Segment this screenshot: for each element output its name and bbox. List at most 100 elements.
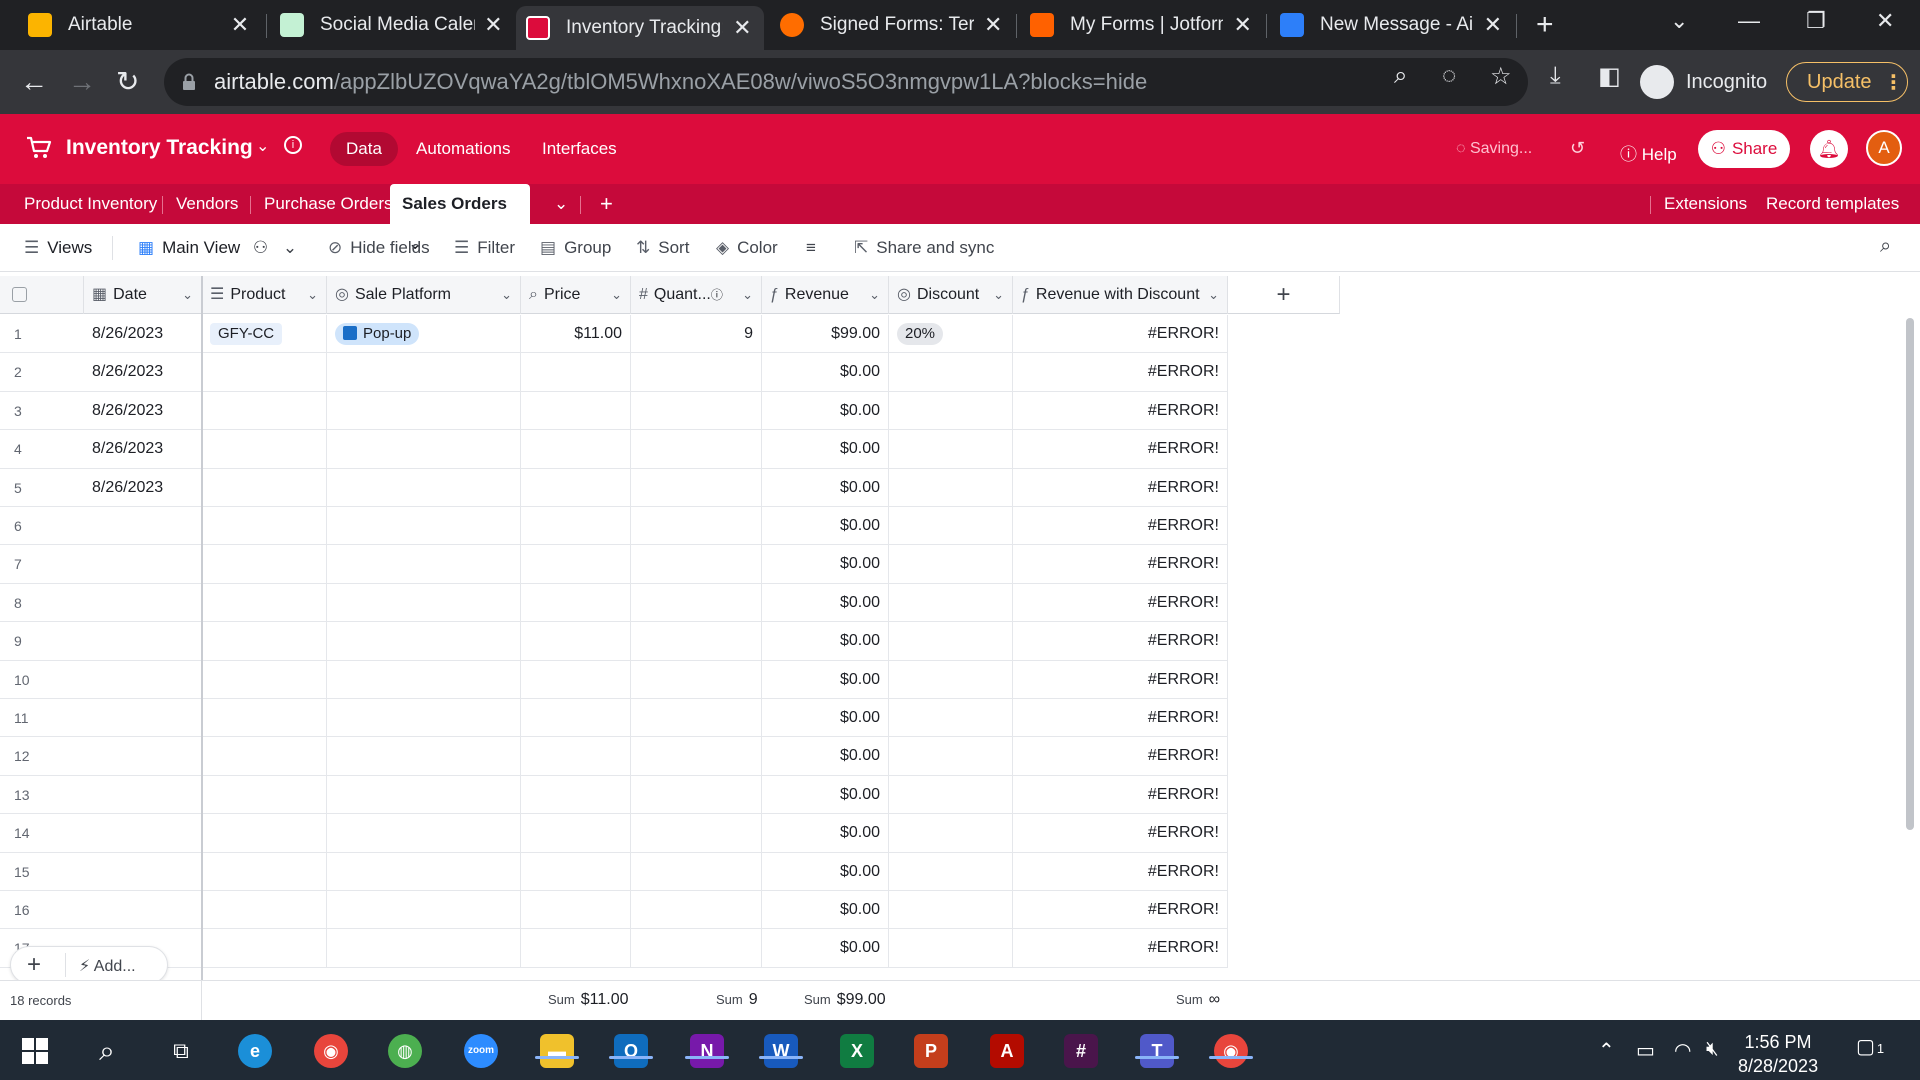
- cell-revenue-with-discount[interactable]: #ERROR!: [1013, 583, 1228, 622]
- cell-quantity[interactable]: [631, 891, 762, 929]
- onenote-icon[interactable]: N: [690, 1034, 724, 1068]
- vertical-scrollbar[interactable]: [1906, 318, 1914, 830]
- cell-quantity[interactable]: [631, 660, 762, 699]
- cell-sale-platform[interactable]: [327, 929, 521, 968]
- cell-price[interactable]: [521, 391, 631, 430]
- cell-revenue[interactable]: $0.00: [762, 660, 889, 699]
- nav-interfaces[interactable]: Interfaces: [526, 132, 633, 166]
- table-row[interactable]: 17$0.00#ERROR!: [0, 929, 1228, 968]
- cell-product[interactable]: [202, 353, 327, 392]
- column-header-price[interactable]: ⌕ Price ⌄: [521, 276, 631, 314]
- cell-discount[interactable]: [889, 583, 1013, 622]
- views-button[interactable]: ☰ Views: [24, 238, 92, 258]
- cell-sale-platform[interactable]: [327, 891, 521, 929]
- column-header-discount[interactable]: ◎ Discount ⌄: [889, 276, 1013, 314]
- table-row[interactable]: 12 $0.00 #ERROR!: [0, 737, 1228, 776]
- cell-discount[interactable]: [889, 929, 1013, 968]
- history-icon[interactable]: ↺: [1570, 138, 1585, 159]
- column-header-date[interactable]: ▦ Date ⌄: [84, 276, 202, 314]
- quantity-sum[interactable]: Sum 9: [716, 991, 758, 1009]
- cell-price[interactable]: [521, 737, 631, 776]
- table-row[interactable]: 13 $0.00 #ERROR!: [0, 775, 1228, 815]
- cell-revenue-with-discount[interactable]: #ERROR!: [1013, 391, 1228, 430]
- avatar[interactable]: A: [1866, 130, 1902, 166]
- system-clock[interactable]: 1:56 PM 8/28/2023: [1738, 1030, 1818, 1078]
- close-icon[interactable]: ✕: [483, 12, 504, 38]
- close-icon[interactable]: ✕: [1482, 12, 1504, 38]
- column-header-product[interactable]: ☰ Product ⌄: [202, 276, 327, 314]
- cell-revenue[interactable]: $0.00: [762, 622, 889, 661]
- cell-quantity[interactable]: [631, 468, 762, 507]
- table-row[interactable]: 16 $0.00 #ERROR!: [0, 891, 1228, 930]
- cell-discount[interactable]: [889, 775, 1013, 814]
- sort-button[interactable]: ⇅ Sort: [636, 238, 689, 258]
- cell-date[interactable]: 8/26/2023: [84, 353, 202, 392]
- cell-sale-platform[interactable]: [327, 660, 521, 699]
- cell-product[interactable]: [202, 430, 327, 469]
- cell-product[interactable]: GFY-CC: [202, 315, 327, 353]
- extensions-button[interactable]: Extensions: [1652, 184, 1759, 224]
- all-tables-chevron-icon[interactable]: ⌄: [542, 184, 580, 224]
- update-button[interactable]: Update ⋮: [1786, 62, 1908, 102]
- cell-product[interactable]: [202, 929, 327, 968]
- back-icon[interactable]: ←: [20, 66, 48, 98]
- tab-product-inventory[interactable]: Product Inventory: [12, 184, 169, 224]
- cell-revenue[interactable]: $0.00: [762, 737, 889, 776]
- cell-price[interactable]: [521, 353, 631, 392]
- cell-sale-platform[interactable]: [327, 622, 521, 661]
- reload-icon[interactable]: ↻: [116, 66, 139, 98]
- incognito-indicator[interactable]: Incognito: [1640, 58, 1767, 106]
- cell-price[interactable]: [521, 622, 631, 661]
- cell-price[interactable]: [521, 891, 631, 929]
- cell-date[interactable]: [84, 583, 202, 622]
- base-name[interactable]: Inventory Tracking: [66, 136, 253, 160]
- revenue-sum[interactable]: Sum $99.00: [804, 991, 886, 1009]
- cell-price[interactable]: [521, 929, 631, 968]
- cell-price[interactable]: $11.00: [521, 315, 631, 353]
- forward-icon[interactable]: →: [68, 66, 96, 98]
- task-view-icon[interactable]: ⧉: [164, 1034, 198, 1068]
- cell-sale-platform[interactable]: [327, 545, 521, 584]
- info-icon[interactable]: i: [284, 136, 302, 154]
- cell-revenue[interactable]: $0.00: [762, 507, 889, 545]
- cell-discount[interactable]: [889, 622, 1013, 661]
- cell-price[interactable]: [521, 583, 631, 622]
- linked-record-chip[interactable]: GFY-CC: [210, 323, 283, 345]
- zoom-icon[interactable]: zoom: [464, 1034, 498, 1068]
- table-row[interactable]: 7 $0.00 #ERROR!: [0, 545, 1228, 584]
- table-row[interactable]: 5 8/26/2023 $0.00 #ERROR!: [0, 468, 1228, 507]
- cell-revenue-with-discount[interactable]: #ERROR!: [1013, 891, 1228, 929]
- cell-revenue[interactable]: $0.00: [762, 891, 889, 929]
- cell-revenue[interactable]: $0.00: [762, 583, 889, 622]
- cell-revenue[interactable]: $0.00: [762, 699, 889, 737]
- cell-quantity[interactable]: [631, 430, 762, 469]
- cell-revenue-with-discount[interactable]: #ERROR!: [1013, 929, 1228, 968]
- cell-sale-platform[interactable]: Pop-up: [327, 315, 521, 353]
- cell-date[interactable]: [84, 507, 202, 545]
- cell-revenue[interactable]: $0.00: [762, 775, 889, 814]
- select-all-checkbox[interactable]: [0, 276, 84, 314]
- add-with-ai-button[interactable]: ⚡︎ Add...: [79, 956, 136, 976]
- star-icon[interactable]: ☆: [1490, 62, 1512, 91]
- filter-button[interactable]: ☰ Filter: [454, 238, 515, 258]
- mute-icon[interactable]: 🔇︎: [1706, 1038, 1719, 1061]
- cell-product[interactable]: [202, 507, 327, 545]
- cell-discount[interactable]: [889, 353, 1013, 392]
- cell-date[interactable]: [84, 622, 202, 661]
- new-tab-icon[interactable]: +: [1536, 10, 1554, 40]
- cell-revenue-with-discount[interactable]: #ERROR!: [1013, 814, 1228, 853]
- revenue-with-discount-sum[interactable]: Sum ∞: [1176, 991, 1220, 1009]
- excel-icon[interactable]: X: [840, 1034, 874, 1068]
- cell-sale-platform[interactable]: [327, 391, 521, 430]
- cell-date[interactable]: [84, 852, 202, 891]
- cell-discount[interactable]: 20%: [889, 315, 1013, 353]
- cell-quantity[interactable]: [631, 814, 762, 853]
- browser-tab[interactable]: Airtable ✕: [18, 6, 262, 44]
- download-icon[interactable]: ⤓: [1550, 62, 1561, 90]
- chevron-up-icon[interactable]: ⌃: [1598, 1038, 1615, 1063]
- zoom-icon[interactable]: ⌕: [1394, 62, 1407, 90]
- cell-revenue-with-discount[interactable]: #ERROR!: [1013, 545, 1228, 584]
- table-row[interactable]: 11 $0.00 #ERROR!: [0, 699, 1228, 738]
- chrome-alt-icon[interactable]: ◍: [388, 1034, 422, 1068]
- table-row[interactable]: 8 $0.00 #ERROR!: [0, 583, 1228, 623]
